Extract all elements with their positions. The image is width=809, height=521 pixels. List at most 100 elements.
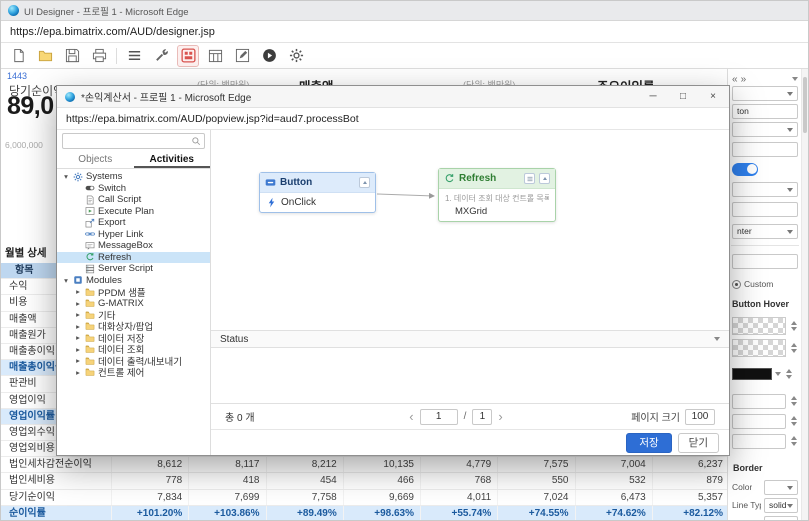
table-row[interactable]: 당기순이익 7,834 7,699 7,758 9,669 4,011 7,02…: [1, 489, 729, 506]
maximize-button[interactable]: □: [671, 91, 695, 102]
expander-icon[interactable]: ▸: [74, 322, 82, 331]
tree-item[interactable]: ▾ Modules: [57, 275, 210, 287]
toolbar-button[interactable]: [35, 46, 55, 66]
browser-urlbar[interactable]: https://epa.bimatrix.com/AUD/designer.js…: [1, 21, 808, 43]
refresh-target-control[interactable]: MXGrid: [445, 206, 549, 217]
prop-dropdown[interactable]: [732, 121, 798, 137]
table-row[interactable]: 순이익률 +101.20% +103.86% +89.49% +98.63% +…: [1, 505, 729, 520]
prop-dropdown[interactable]: [732, 181, 798, 197]
tree-item[interactable]: Switch: [57, 183, 210, 195]
tree-item[interactable]: ▸ PPDM 샘플: [57, 286, 210, 297]
node-list-icon[interactable]: [524, 173, 535, 184]
line-type-dropdown[interactable]: solid: [764, 497, 798, 513]
prop-field[interactable]: [732, 201, 798, 217]
tree-item[interactable]: MessageBox: [57, 240, 210, 252]
expander-icon[interactable]: ▸: [74, 310, 82, 319]
tree-item[interactable]: ▸ 대화상자/팝업: [57, 321, 210, 332]
toolbar-button[interactable]: [8, 46, 28, 66]
prop-text-field[interactable]: ton: [732, 103, 798, 119]
flow-canvas[interactable]: Button OnClick Refresh 1. 데이터 조회 대상 컨트롤 …: [211, 130, 729, 330]
toolbar-button[interactable]: [62, 46, 82, 66]
custom-radio[interactable]: [732, 279, 741, 289]
tree-item[interactable]: ▸ 데이터 조회: [57, 344, 210, 355]
toolbar-button[interactable]: [286, 46, 306, 66]
tree-item[interactable]: Export: [57, 217, 210, 229]
tree-item[interactable]: ▸ G-MATRIX: [57, 298, 210, 310]
number-stepper[interactable]: [789, 396, 798, 406]
toolbar-button[interactable]: [232, 46, 252, 66]
number-field[interactable]: [732, 433, 786, 449]
swatch-stepper[interactable]: [789, 343, 798, 353]
toggle-switch[interactable]: [732, 162, 758, 176]
search-input[interactable]: [62, 133, 205, 149]
prop-field[interactable]: [732, 253, 798, 269]
panel-menu-caret-icon[interactable]: [792, 77, 798, 81]
table-row[interactable]: 법인세비용 778 418 454 466 768 550 532 879: [1, 473, 729, 490]
prop-field[interactable]: [732, 141, 798, 157]
collapse-right-icon[interactable]: »: [741, 74, 747, 85]
scrollbar[interactable]: [801, 69, 808, 520]
status-section-header[interactable]: Status: [211, 330, 729, 348]
tree-item[interactable]: Execute Plan: [57, 206, 210, 218]
table-row[interactable]: 법인세차감전순이익 8,612 8,117 8,212 10,135 4,779…: [1, 457, 729, 474]
transparency-swatch[interactable]: [732, 339, 786, 357]
refresh-node[interactable]: Refresh 1. 데이터 조회 대상 컨트롤 목록 MXGrid: [438, 168, 556, 222]
button-node[interactable]: Button OnClick: [259, 172, 376, 213]
collapse-node-icon[interactable]: [359, 177, 370, 188]
number-field[interactable]: [732, 393, 786, 409]
align-dropdown[interactable]: nter: [732, 223, 798, 239]
toolbar-button[interactable]: [205, 46, 225, 66]
tree-item[interactable]: ▾ Systems: [57, 171, 210, 183]
expander-icon[interactable]: ▸: [74, 299, 82, 308]
color-stepper[interactable]: [784, 369, 793, 379]
border-color-field[interactable]: [764, 479, 798, 495]
expander-icon[interactable]: ▸: [74, 356, 82, 365]
tree-item[interactable]: Hyper Link: [57, 229, 210, 241]
tree-item[interactable]: ▸ 컨트롤 제어: [57, 367, 210, 378]
page-input[interactable]: 1: [419, 408, 458, 425]
event-label[interactable]: OnClick: [281, 197, 316, 208]
expander-icon[interactable]: ▾: [62, 172, 70, 181]
close-button[interactable]: 닫기: [677, 432, 719, 453]
toolbar-button[interactable]: [116, 47, 117, 64]
tab[interactable]: Activities: [133, 152, 210, 168]
color-swatch-black[interactable]: [732, 368, 772, 380]
save-button[interactable]: 저장: [626, 432, 672, 453]
expander-icon[interactable]: ▾: [62, 276, 70, 285]
collapse-node-icon[interactable]: [539, 173, 550, 184]
prev-page-icon[interactable]: ‹: [409, 409, 413, 424]
expander-icon[interactable]: ▸: [74, 287, 82, 296]
number-stepper[interactable]: [789, 416, 798, 426]
minimize-button[interactable]: ─: [641, 91, 665, 102]
tree-item[interactable]: ▸ 데이터 출력/내보내기: [57, 355, 210, 366]
expander-icon[interactable]: ▸: [74, 333, 82, 342]
next-page-icon[interactable]: ›: [498, 409, 502, 424]
expander-icon[interactable]: ▸: [74, 345, 82, 354]
thickness-field[interactable]: 1.111: [764, 515, 798, 520]
number-stepper[interactable]: [789, 436, 798, 446]
tree-item[interactable]: ▸ 데이터 저장: [57, 332, 210, 343]
scrollbar-thumb[interactable]: [803, 77, 807, 133]
tree-item[interactable]: Server Script: [57, 263, 210, 275]
chevron-down-icon[interactable]: [714, 337, 720, 341]
close-window-button[interactable]: ×: [701, 91, 725, 102]
tree-item[interactable]: ▸ 기타: [57, 309, 210, 320]
tab[interactable]: Objects: [57, 152, 134, 168]
toolbar-button[interactable]: [124, 46, 144, 66]
expander-icon[interactable]: ▸: [74, 368, 82, 377]
modal-urlbar[interactable]: https://epa.bimatrix.com/AUD/popview.jsp…: [57, 108, 729, 130]
tree-item[interactable]: Call Script: [57, 194, 210, 206]
toolbar-button[interactable]: [259, 46, 279, 66]
modal-url-text[interactable]: https://epa.bimatrix.com/AUD/popview.jsp…: [66, 113, 359, 125]
number-field[interactable]: [732, 413, 786, 429]
toolbar-button[interactable]: [151, 46, 171, 66]
color-caret-icon[interactable]: [775, 372, 781, 376]
state-selector[interactable]: Button Hover: [732, 299, 789, 309]
swatch-stepper[interactable]: [789, 321, 798, 331]
toolbar-button[interactable]: [177, 44, 199, 67]
prop-dropdown[interactable]: [732, 85, 798, 101]
collapse-left-icon[interactable]: «: [732, 74, 738, 85]
tree-item[interactable]: Refresh: [57, 251, 210, 263]
toolbar-button[interactable]: [89, 46, 109, 66]
url-text[interactable]: https://epa.bimatrix.com/AUD/designer.js…: [10, 26, 215, 38]
